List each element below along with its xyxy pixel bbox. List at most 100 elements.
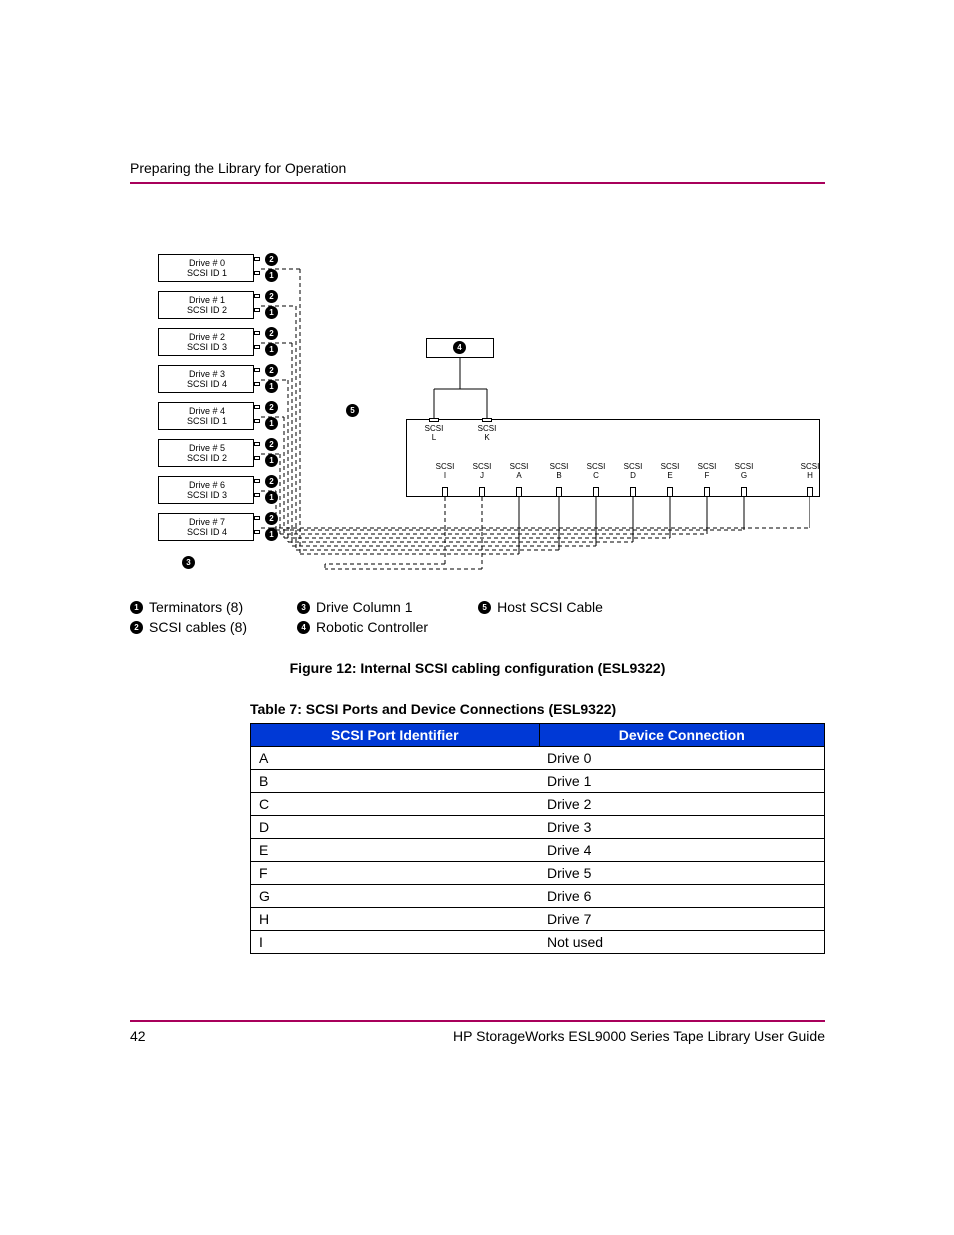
scsi-bottom-port <box>593 487 599 497</box>
drive-port-stub <box>254 479 260 483</box>
scsi-bottom-label: SCSII <box>431 462 459 480</box>
drive-box: Drive # 6SCSI ID 3 <box>158 476 254 504</box>
legend-item: 4Robotic Controller <box>297 619 428 635</box>
scsi-bottom-port <box>741 487 747 497</box>
td-port: G <box>251 885 540 908</box>
td-device: Drive 3 <box>539 816 824 839</box>
drive-port-stub <box>254 516 260 520</box>
scsi-bottom-label: SCSIJ <box>468 462 496 480</box>
page-number: 42 <box>130 1028 146 1044</box>
badge-1: 1 <box>265 491 278 504</box>
drive-port-stub <box>254 331 260 335</box>
scsi-bottom-port <box>807 487 813 497</box>
table-row: HDrive 7 <box>251 908 825 931</box>
badge-2: 2 <box>265 512 278 525</box>
section-header: Preparing the Library for Operation <box>130 160 825 176</box>
scsi-bottom-port <box>667 487 673 497</box>
td-port: C <box>251 793 540 816</box>
badge-2: 2 <box>265 401 278 414</box>
badge-1: 1 <box>265 454 278 467</box>
td-device: Drive 4 <box>539 839 824 862</box>
legend-item: 5Host SCSI Cable <box>478 599 603 615</box>
table-row: CDrive 2 <box>251 793 825 816</box>
scsi-bottom-label: SCSID <box>619 462 647 480</box>
drive-port-stub <box>254 530 260 534</box>
table-row: GDrive 6 <box>251 885 825 908</box>
td-port: F <box>251 862 540 885</box>
drive-box: Drive # 0SCSI ID 1 <box>158 254 254 282</box>
badge-2: 2 <box>265 438 278 451</box>
table-header: SCSI Port Identifier <box>251 724 540 747</box>
badge-1: 1 <box>265 343 278 356</box>
legend-item: 3Drive Column 1 <box>297 599 428 615</box>
scsi-ports-table: SCSI Port Identifier Device Connection A… <box>250 723 825 954</box>
badge-2: 2 <box>265 327 278 340</box>
table-row: DDrive 3 <box>251 816 825 839</box>
cabling-diagram: Drive # 0SCSI ID 1 2 1 Drive # 1SCSI ID 2 2 1… <box>130 244 810 589</box>
scsi-bottom-label: SCSIE <box>656 462 684 480</box>
scsi-port-l <box>429 418 439 422</box>
diagram-legend: 1Terminators (8) 2SCSI cables (8) 3Drive… <box>130 599 825 635</box>
legend-item: 1Terminators (8) <box>130 599 247 615</box>
drive-box: Drive # 2SCSI ID 3 <box>158 328 254 356</box>
scsi-bottom-label: SCSIG <box>730 462 758 480</box>
drive-port-stub <box>254 405 260 409</box>
td-device: Drive 2 <box>539 793 824 816</box>
td-device: Drive 0 <box>539 747 824 770</box>
scsi-bottom-port <box>704 487 710 497</box>
badge-4: 4 <box>453 341 466 354</box>
td-port: B <box>251 770 540 793</box>
drive-port-stub <box>254 345 260 349</box>
badge-1: 1 <box>265 417 278 430</box>
footer-rule <box>130 1020 825 1022</box>
drive-port-stub <box>254 382 260 386</box>
td-port: A <box>251 747 540 770</box>
header-rule <box>130 182 825 184</box>
td-device: Drive 1 <box>539 770 824 793</box>
drive-box: Drive # 3SCSI ID 4 <box>158 365 254 393</box>
badge-2: 2 <box>265 253 278 266</box>
scsi-bottom-label: SCSIB <box>545 462 573 480</box>
badge-3: 3 <box>182 556 195 569</box>
drive-port-stub <box>254 257 260 261</box>
badge-2: 2 <box>265 290 278 303</box>
figure-caption: Figure 12: Internal SCSI cabling configu… <box>130 660 825 676</box>
scsi-port-panel <box>406 419 820 497</box>
drive-box: Drive # 4SCSI ID 1 <box>158 402 254 430</box>
drive-port-stub <box>254 368 260 372</box>
drive-port-stub <box>254 419 260 423</box>
scsi-port-k <box>482 418 492 422</box>
legend-item: 2SCSI cables (8) <box>130 619 247 635</box>
td-port: D <box>251 816 540 839</box>
drive-box: Drive # 1SCSI ID 2 <box>158 291 254 319</box>
drive-port-stub <box>254 442 260 446</box>
doc-title: HP StorageWorks ESL9000 Series Tape Libr… <box>453 1028 825 1044</box>
td-port: E <box>251 839 540 862</box>
scsi-bottom-port <box>479 487 485 497</box>
drive-box: Drive # 5SCSI ID 2 <box>158 439 254 467</box>
table-row: ADrive 0 <box>251 747 825 770</box>
page-footer: 42 HP StorageWorks ESL9000 Series Tape L… <box>130 1020 825 1044</box>
scsi-bottom-label: SCSIC <box>582 462 610 480</box>
scsi-bottom-label: SCSIH <box>796 462 824 480</box>
scsi-bottom-port <box>516 487 522 497</box>
drive-port-stub <box>254 456 260 460</box>
scsi-bottom-port <box>442 487 448 497</box>
scsi-label-l: SCSIL <box>420 424 448 442</box>
badge-1: 1 <box>265 269 278 282</box>
table-row: FDrive 5 <box>251 862 825 885</box>
table-row: BDrive 1 <box>251 770 825 793</box>
td-device: Drive 7 <box>539 908 824 931</box>
drive-port-stub <box>254 271 260 275</box>
scsi-bottom-port <box>630 487 636 497</box>
badge-2: 2 <box>265 364 278 377</box>
td-port: I <box>251 931 540 954</box>
table-row: EDrive 4 <box>251 839 825 862</box>
drive-port-stub <box>254 493 260 497</box>
drive-box: Drive # 7SCSI ID 4 <box>158 513 254 541</box>
table-caption: Table 7: SCSI Ports and Device Connectio… <box>250 701 825 717</box>
scsi-label-k: SCSIK <box>473 424 501 442</box>
scsi-bottom-port <box>556 487 562 497</box>
badge-1: 1 <box>265 528 278 541</box>
drive-port-stub <box>254 294 260 298</box>
